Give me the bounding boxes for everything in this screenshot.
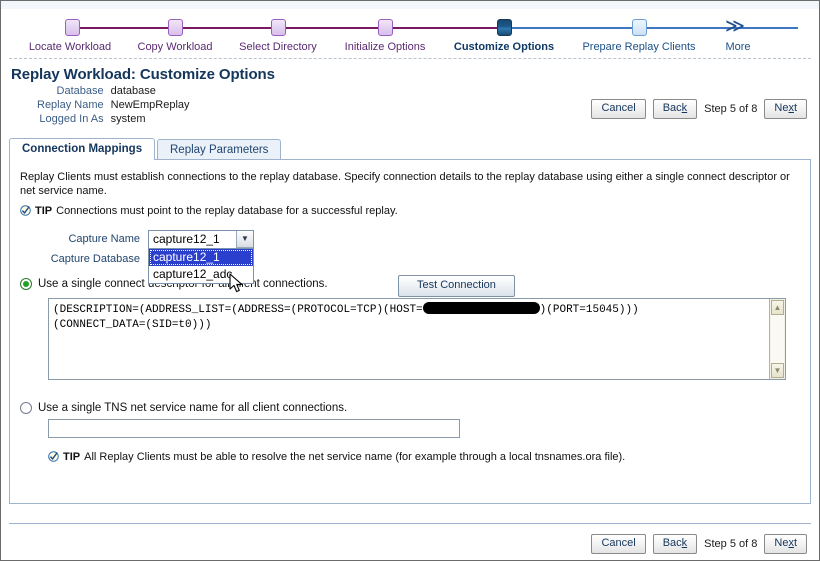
train-node-copy-workload[interactable] [168,19,183,36]
header-property-row: Logged In As system [37,113,190,127]
tip-check-icon [20,205,31,216]
train-node-prepare-replay-clients[interactable] [632,19,647,36]
connect-descriptor-textarea[interactable]: (DESCRIPTION=(ADDRESS_LIST=(ADDRESS=(PRO… [48,298,786,380]
capture-database-label: Capture Database [50,253,140,265]
application-window: Locate Workload Copy Workload Select Dir… [0,0,820,561]
next-button-top-text: Ne [774,102,789,114]
train-node-initialize-options[interactable] [378,19,393,36]
capture-name-select[interactable]: capture12_1 ▼ [148,229,254,249]
tab-replay-parameters[interactable]: Replay Parameters [157,139,282,159]
train-label-customize-options: Customize Options [453,41,555,53]
panel-intro-text: Replay Clients must establish connection… [20,171,790,197]
tab-connection-mappings[interactable]: Connection Mappings [9,138,156,160]
replay-name-value: NewEmpReplay [110,99,190,111]
cancel-button-top[interactable]: Cancel [591,99,646,119]
next-button-bottom[interactable]: Next [764,534,807,554]
header-property-row: Database database [37,85,190,99]
top-action-bar: Cancel Back Step 5 of 8 Next [591,99,807,119]
train-line-upcoming [504,27,798,29]
dropdown-option-capture12-1[interactable]: capture12_1 [149,249,253,266]
scroll-up-icon[interactable]: ▲ [771,300,784,315]
bottom-separator [9,523,811,524]
test-connection-button[interactable]: Test Connection [398,275,515,297]
train-line-completed [72,27,506,29]
back-button-top[interactable]: Back [652,99,698,119]
tns-name-input[interactable] [48,419,460,438]
next-button-bottom-text: Ne [774,537,789,549]
tip-check-icon-tns [48,451,59,462]
tip-connections: TIP Connections must point to the replay… [20,204,800,219]
logged-in-as-label: Logged In As [39,113,104,125]
replay-name-label: Replay Name [37,99,104,111]
tip-tns: TIP All Replay Clients must be able to r… [48,450,800,465]
capture-database-row: Capture Database [20,250,800,268]
next-button-top[interactable]: Next [764,99,807,119]
step-indicator-top: Step 5 of 8 [704,103,758,115]
database-label: Database [56,85,104,97]
capture-name-label: Capture Name [68,233,140,245]
train-background-strip [1,1,819,9]
back-button-bottom-accesskey: k [681,537,688,549]
radio-tns-name-label[interactable]: Use a single TNS net service name for al… [38,402,347,414]
back-button-top-accesskey: k [681,102,688,114]
scroll-down-icon[interactable]: ▼ [771,363,784,378]
descriptor-line1-suffix: )(PORT=15045))) [539,304,639,316]
scrollbar-track[interactable] [771,315,784,363]
connect-descriptor-option-row: Use a single connect descriptor for all … [20,275,800,297]
wizard-train: Locate Workload Copy Workload Select Dir… [1,1,819,58]
header-properties: Database database Replay Name NewEmpRepl… [37,85,190,127]
textarea-scrollbar[interactable]: ▲ ▼ [769,299,785,379]
tip-label: TIP [35,205,53,217]
next-button-top-text-end: t [793,102,797,114]
capture-name-dropdown-list[interactable]: capture12_1 capture12_adc [148,248,254,284]
logged-in-as-value: system [110,113,146,125]
train-node-select-directory[interactable] [271,19,286,36]
descriptor-line2: (CONNECT_DATA=(SID=t0))) [53,319,212,331]
connect-descriptor-text[interactable]: (DESCRIPTION=(ADDRESS_LIST=(ADDRESS=(PRO… [49,299,769,379]
capture-name-selected-value: capture12_1 [153,232,220,246]
radio-connect-descriptor[interactable] [20,278,32,290]
step-indicator-bottom: Step 5 of 8 [704,538,758,550]
train-label-more[interactable]: More [703,41,773,53]
back-button-top-text: Bac [662,102,682,114]
radio-tns-name[interactable] [20,402,32,414]
tns-option-row: Use a single TNS net service name for al… [20,402,800,414]
bottom-action-bar: Cancel Back Step 5 of 8 Next [591,534,807,554]
train-node-locate-workload[interactable] [65,19,80,36]
redacted-host-value [422,302,540,314]
descriptor-line1-prefix: (DESCRIPTION=(ADDRESS_LIST=(ADDRESS=(PRO… [53,304,423,316]
tip-tns-label: TIP [63,451,81,463]
dropdown-option-capture12-adc[interactable]: capture12_adc [149,266,253,283]
train-label-prepare-replay-clients[interactable]: Prepare Replay Clients [570,41,708,53]
connection-mappings-panel: Replay Clients must establish connection… [9,159,811,504]
chevron-down-icon[interactable]: ▼ [236,230,253,248]
back-button-bottom[interactable]: Back [652,534,698,554]
capture-name-row: Capture Name capture12_1 ▼ [20,229,800,249]
train-label-initialize-options[interactable]: Initialize Options [316,41,454,53]
next-button-bottom-text-end: t [793,537,797,549]
tip-tns-text: All Replay Clients must be able to resol… [84,451,626,463]
header-property-row: Replay Name NewEmpReplay [37,99,190,113]
train-more-chevron-icon[interactable]: ≫ [725,17,745,36]
tab-bar: Connection Mappings Replay Parameters [9,138,811,160]
page-title: Replay Workload: Customize Options [11,66,275,83]
capture-fields: Capture Name capture12_1 ▼ Capture Datab… [20,229,800,284]
database-value: database [110,85,156,97]
tip-text: Connections must point to the replay dat… [56,205,398,217]
train-node-customize-options[interactable] [497,19,512,36]
back-button-bottom-text: Bac [662,537,682,549]
cancel-button-bottom[interactable]: Cancel [591,534,646,554]
